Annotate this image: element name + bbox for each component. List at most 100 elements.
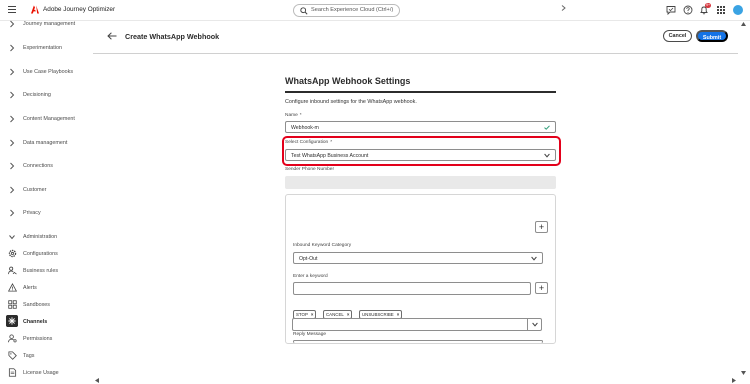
chevron-right-icon	[10, 209, 15, 217]
category-value: Opt-Out	[299, 256, 318, 262]
help-icon[interactable]	[683, 5, 693, 15]
notification-badge: 9+	[705, 3, 712, 8]
sidebar-item-privacy[interactable]: Privacy	[0, 207, 93, 221]
sidebar-item-data-management[interactable]: Data management	[0, 137, 93, 151]
section-title: WhatsApp Webhook Settings	[285, 76, 411, 86]
sidebar-item-label: Permissions	[23, 336, 53, 342]
keyword-tag-label: STOP	[296, 312, 308, 317]
sidebar-item-sandboxes[interactable]: Sandboxes	[0, 299, 93, 313]
chevron-right-icon	[10, 162, 15, 170]
sandboxes-icon	[8, 300, 17, 309]
reply-label: Reply Message	[293, 332, 327, 337]
chevron-down-icon	[9, 235, 15, 240]
gear-icon	[8, 249, 17, 258]
reply-message-select[interactable]	[292, 318, 542, 331]
sidebar-item-business-rules[interactable]: Business rules	[0, 265, 93, 279]
required-marker: *	[299, 113, 302, 118]
sidebar-item-label: Customer	[23, 187, 47, 193]
phone-label: Sender Phone Number	[285, 167, 335, 172]
chevron-right-icon	[10, 20, 15, 28]
cancel-button[interactable]: Cancel	[663, 30, 692, 42]
sidebar-item-tags[interactable]: Tags	[0, 350, 93, 364]
search-icon	[300, 7, 308, 15]
top-bar: Adobe Journey Optimizer Search Experienc…	[0, 0, 750, 21]
business-rules-icon	[8, 266, 17, 275]
sidebar-item-decisioning[interactable]: Decisioning	[0, 89, 93, 103]
sidebar-item-label: Decisioning	[23, 92, 51, 98]
sidebar-item-label: Sandboxes	[23, 302, 50, 308]
scroll-up-icon[interactable]	[741, 22, 746, 26]
vertical-scrollbar[interactable]	[738, 21, 750, 377]
reply-dropdown-toggle[interactable]	[527, 318, 541, 331]
search-placeholder: Search Experience Cloud (Ctrl+/)	[311, 7, 394, 13]
avatar[interactable]	[733, 5, 743, 15]
page-title: Create WhatsApp Webhook	[125, 32, 220, 41]
keyword-input[interactable]	[293, 282, 531, 295]
alert-icon	[8, 283, 17, 292]
section-divider	[285, 91, 556, 93]
tag-icon	[8, 351, 17, 360]
sidebar-item-configurations[interactable]: Configurations	[0, 248, 93, 262]
sidebar-item-label: Journey management	[23, 21, 76, 27]
apps-grid-icon[interactable]	[716, 5, 726, 15]
sidebar-item-license-usage[interactable]: License Usage	[0, 367, 93, 381]
section-description: Configure inbound settings for the Whats…	[285, 99, 417, 105]
sidebar-item-experimentation[interactable]: Experimentation	[0, 42, 93, 56]
name-value: Webhook-m	[291, 125, 319, 131]
sidebar-item-label: Configurations	[23, 251, 58, 257]
chevron-right-icon[interactable]	[561, 5, 566, 11]
sidebar-item-label: Tags	[23, 353, 35, 359]
scroll-right-icon[interactable]	[732, 378, 736, 383]
remove-tag-icon[interactable]: ×	[311, 312, 314, 317]
sidebar-item-label: Data management	[23, 140, 68, 146]
sender-phone-field[interactable]	[285, 176, 556, 189]
keyword-category-select[interactable]: Opt-Out	[293, 252, 543, 264]
category-label: Inbound Keyword Category	[293, 243, 352, 248]
horizontal-scrollbar[interactable]	[93, 377, 738, 384]
chevron-right-icon	[10, 44, 15, 52]
back-arrow-icon[interactable]	[107, 32, 117, 40]
sidebar-item-connections[interactable]: Connections	[0, 160, 93, 174]
menu-icon[interactable]	[8, 6, 16, 13]
chevron-right-icon	[10, 91, 15, 99]
keyword-tag-label: UNSUBSCRIBE	[362, 312, 394, 317]
app-name[interactable]: Adobe Journey Optimizer	[43, 6, 115, 13]
chevron-right-icon	[10, 139, 15, 147]
sidebar-item-administration[interactable]: Administration	[0, 231, 93, 245]
sidebar-item-label: Channels	[23, 319, 48, 325]
main-content: Create WhatsApp Webhook Cancel Submit Wh…	[93, 21, 750, 384]
sidebar-item-content-management[interactable]: Content Management	[0, 113, 93, 127]
sidebar-item-label: License Usage	[23, 370, 59, 376]
feedback-icon[interactable]	[666, 5, 676, 15]
add-keyword-button[interactable]: +	[535, 282, 548, 294]
name-field[interactable]: Webhook-m	[285, 121, 556, 133]
sidebar-item-permissions[interactable]: Permissions	[0, 333, 93, 347]
sidebar-item-customer[interactable]: Customer	[0, 184, 93, 198]
license-icon	[8, 368, 17, 377]
submit-button[interactable]: Submit	[696, 30, 728, 42]
name-label: Name *	[285, 113, 302, 118]
chevron-right-icon	[10, 68, 15, 76]
sidebar-item-label: Administration	[23, 234, 58, 240]
sidebar-item-journey-management[interactable]: Journey management	[0, 18, 93, 32]
adobe-logo-icon[interactable]	[31, 5, 39, 14]
keyword-tag-label: CANCEL	[326, 312, 344, 317]
remove-tag-icon[interactable]: ×	[397, 312, 400, 317]
sidebar-item-use-case-playbooks[interactable]: Use Case Playbooks	[0, 66, 93, 80]
permissions-icon	[8, 334, 17, 343]
keyword-label: Enter a keyword	[293, 274, 328, 279]
name-label-text: Name	[285, 113, 298, 118]
channels-icon	[6, 315, 18, 327]
remove-tag-icon[interactable]: ×	[347, 312, 350, 317]
add-panel-button[interactable]: +	[535, 221, 548, 233]
sidebar-item-channels[interactable]: Channels	[0, 315, 93, 330]
sidebar-item-alerts[interactable]: Alerts	[0, 282, 93, 296]
checkmark-icon	[544, 125, 550, 130]
sidebar: Journey management Experimentation Use C…	[0, 18, 93, 384]
highlight-box	[282, 136, 561, 166]
search-input[interactable]: Search Experience Cloud (Ctrl+/)	[293, 4, 400, 17]
scroll-down-icon[interactable]	[741, 371, 746, 375]
sidebar-item-label: Use Case Playbooks	[23, 69, 74, 75]
chevron-down-icon	[532, 322, 538, 327]
scroll-left-icon[interactable]	[95, 378, 99, 383]
